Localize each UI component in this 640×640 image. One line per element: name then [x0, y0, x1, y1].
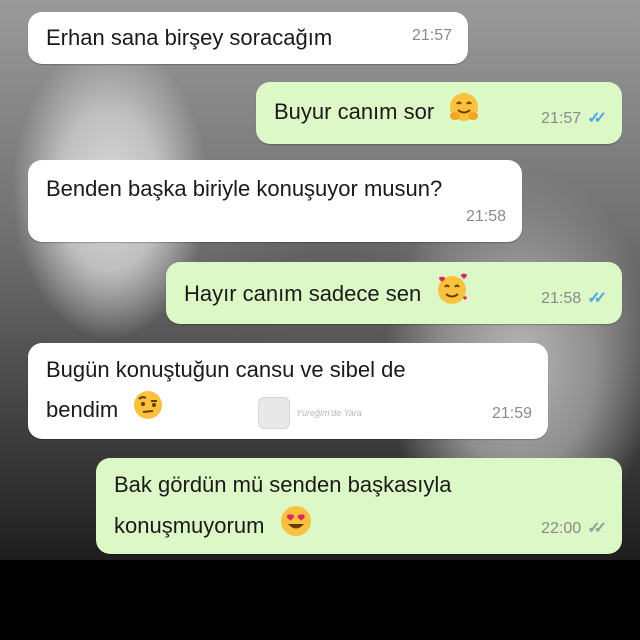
bottom-bar — [0, 560, 640, 640]
message-outgoing[interactable]: Hayır canım sadece sen 21:58 ✓✓ — [166, 262, 622, 324]
watermark-text: Yüreğim'de Yara — [296, 408, 362, 418]
message-text: Erhan sana birşey soracağım — [46, 25, 333, 50]
message-time: 21:58 — [465, 208, 506, 225]
hugging-face-icon — [448, 91, 480, 135]
message-time: 21:57 — [541, 110, 582, 127]
watermark: Yüreğim'de Yara — [258, 397, 362, 429]
message-text: Buyur canım sor — [274, 98, 435, 124]
watermark-logo-icon — [258, 397, 290, 429]
message-text-line: bendim — [46, 396, 119, 422]
message-outgoing[interactable]: Buyur canım sor 21:57 ✓✓ — [256, 82, 622, 144]
message-text-line: Bak gördün mü senden başkasıyla — [114, 472, 452, 497]
message-text-line: Bugün konuştuğun cansu ve sibel de — [46, 357, 406, 382]
message-incoming[interactable]: Erhan sana birşey soracağım 21:57 — [28, 12, 468, 64]
message-text-line: konuşmuyorum — [114, 512, 265, 538]
read-receipt-icon: ✓✓ — [587, 110, 607, 127]
heart-eyes-icon — [279, 504, 313, 550]
delivered-receipt-icon: ✓✓ — [587, 520, 607, 537]
message-time: 21:58 — [541, 290, 582, 307]
message-text: Benden başka biriyle konuşuyor musun? — [46, 176, 443, 201]
read-receipt-icon: ✓✓ — [587, 290, 607, 307]
message-time: 22:00 — [541, 520, 582, 537]
message-time: 21:59 — [491, 405, 532, 422]
message-outgoing[interactable]: Bak gördün mü senden başkasıyla konuşmuy… — [96, 458, 622, 554]
message-text: Hayır canım sadece sen — [184, 280, 422, 306]
message-incoming[interactable]: Benden başka biriyle konuşuyor musun? 21… — [28, 160, 522, 242]
message-time: 21:57 — [411, 27, 452, 44]
face-with-raised-eyebrow-icon — [132, 389, 164, 433]
smiling-face-with-hearts-icon — [435, 272, 469, 318]
